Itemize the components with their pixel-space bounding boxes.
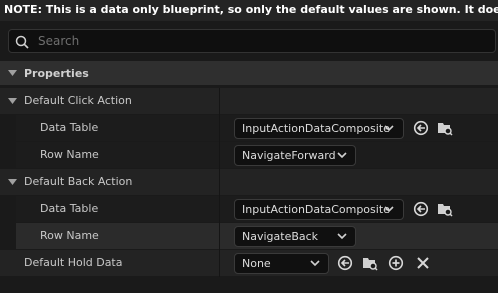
back-data-table-value: InputActionDataComposite — [242, 203, 390, 216]
back-row-name-dropdown[interactable]: NavigateBack — [234, 226, 356, 247]
collapse-arrow-icon — [8, 179, 17, 185]
back-row-name-label: Row Name — [40, 229, 99, 242]
add-plus-icon[interactable] — [388, 255, 404, 271]
default-back-action-row[interactable]: Default Back Action — [0, 169, 498, 196]
collapse-arrow-icon — [8, 98, 17, 104]
default-back-action-label: Default Back Action — [24, 175, 133, 188]
back-row-name-value: NavigateBack — [242, 230, 319, 243]
default-click-action-label: Default Click Action — [24, 94, 132, 107]
chevron-down-icon — [337, 152, 347, 159]
click-row-name-label: Row Name — [40, 148, 99, 161]
browse-asset-icon[interactable] — [437, 201, 453, 217]
search-placeholder: Search — [38, 34, 80, 48]
default-click-action-row[interactable]: Default Click Action — [0, 88, 498, 115]
default-hold-data-dropdown[interactable]: None — [234, 253, 329, 274]
back-data-table-row: Data Table InputActionDataComposite — [0, 196, 498, 223]
default-hold-data-label: Default Hold Data — [24, 256, 123, 269]
clear-x-icon[interactable] — [415, 255, 431, 271]
chevron-down-icon — [384, 125, 394, 132]
browse-asset-icon[interactable] — [362, 255, 378, 271]
use-selected-asset-icon[interactable] — [413, 120, 429, 136]
data-only-blueprint-note: NOTE: This is a data only blueprint, so … — [0, 0, 498, 21]
search-icon — [15, 35, 29, 49]
use-selected-asset-icon[interactable] — [413, 201, 429, 217]
chevron-down-icon — [337, 233, 347, 240]
chevron-down-icon — [384, 206, 394, 213]
default-hold-data-value: None — [242, 257, 271, 270]
click-row-name-value: NavigateForward — [242, 149, 336, 162]
click-data-table-label: Data Table — [40, 121, 99, 134]
search-box[interactable]: Search — [8, 29, 496, 53]
properties-category-header[interactable]: Properties — [0, 61, 498, 85]
default-hold-data-row: Default Hold Data None — [0, 250, 498, 277]
properties-category-label: Properties — [24, 67, 89, 80]
back-row-name-row: Row Name NavigateBack — [0, 223, 498, 250]
collapse-arrow-icon — [8, 70, 17, 76]
click-data-table-value: InputActionDataComposite — [242, 122, 390, 135]
browse-asset-icon[interactable] — [437, 120, 453, 136]
click-row-name-dropdown[interactable]: NavigateForward — [234, 145, 356, 166]
back-data-table-dropdown[interactable]: InputActionDataComposite — [234, 199, 404, 220]
click-data-table-dropdown[interactable]: InputActionDataComposite — [234, 118, 404, 139]
click-row-name-row: Row Name NavigateForward — [0, 142, 498, 169]
back-data-table-label: Data Table — [40, 202, 99, 215]
use-selected-asset-icon[interactable] — [337, 255, 353, 271]
chevron-down-icon — [310, 260, 320, 267]
click-data-table-row: Data Table InputActionDataComposite — [0, 115, 498, 142]
